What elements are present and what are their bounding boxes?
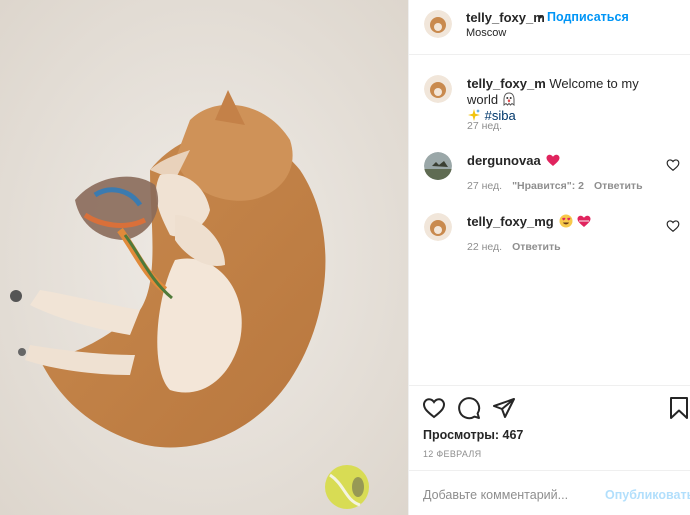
comment-time[interactable]: 27 нед. xyxy=(467,180,502,192)
comment-text: dergunovaa xyxy=(467,153,667,169)
avatar[interactable] xyxy=(424,10,452,38)
comment-item: dergunovaa 27 нед. "Нравится": 2 Ответить xyxy=(409,152,690,197)
location-link[interactable]: Moscow xyxy=(466,27,506,39)
comment-username[interactable]: telly_foxy_mg xyxy=(467,214,554,229)
post-header: telly_foxy_m • Подписаться Moscow xyxy=(409,0,690,55)
shiba-photo xyxy=(0,0,408,515)
heart-outline-icon[interactable] xyxy=(666,219,680,233)
heart-outline-icon[interactable] xyxy=(666,158,680,172)
reply-button[interactable]: Ответить xyxy=(512,241,561,253)
post-date[interactable]: 12 ФЕВРАЛЯ xyxy=(423,449,481,459)
separator-dot: • xyxy=(538,9,543,24)
caption: telly_foxy_m Welcome to my world #siba 2… xyxy=(409,75,690,135)
save-bookmark-icon[interactable] xyxy=(667,396,690,420)
caption-text: telly_foxy_m Welcome to my world #siba xyxy=(467,76,667,124)
caption-time[interactable]: 27 нед. xyxy=(467,120,502,132)
comment-time[interactable]: 22 нед. xyxy=(467,241,502,253)
username-link[interactable]: telly_foxy_m xyxy=(466,10,545,25)
follow-button[interactable]: Подписаться xyxy=(547,10,629,24)
comment-bubble-icon[interactable] xyxy=(457,396,481,420)
share-paper-plane-icon[interactable] xyxy=(492,396,516,420)
red-heart-emoji-icon xyxy=(546,154,560,167)
avatar[interactable] xyxy=(424,152,452,180)
comment-text: telly_foxy_mg xyxy=(467,214,667,230)
views-count[interactable]: Просмотры: 467 xyxy=(423,428,523,442)
heart-eyes-emoji-icon xyxy=(559,214,573,228)
post-media[interactable] xyxy=(0,0,408,515)
comment-input[interactable]: Добавьте комментарий... xyxy=(423,488,568,502)
heart-ribbon-emoji-icon xyxy=(577,215,591,228)
reply-button[interactable]: Ответить xyxy=(594,180,643,192)
caption-username[interactable]: telly_foxy_m xyxy=(467,76,546,91)
post-actions: Просмотры: 467 12 ФЕВРАЛЯ xyxy=(409,385,690,470)
comment-likes[interactable]: "Нравится": 2 xyxy=(512,180,584,192)
add-comment-bar: Добавьте комментарий... Опубликовать xyxy=(409,470,690,515)
comment-username[interactable]: dergunovaa xyxy=(467,153,541,168)
like-heart-icon[interactable] xyxy=(422,396,446,420)
ghost-emoji-icon xyxy=(502,92,516,106)
avatar[interactable] xyxy=(424,75,452,103)
avatar[interactable] xyxy=(424,213,452,241)
comment-meta: 22 нед. Ответить xyxy=(467,241,561,253)
comment-item: telly_foxy_mg 22 нед. Ответить xyxy=(409,213,690,258)
comment-meta: 27 нед. "Нравится": 2 Ответить xyxy=(467,180,643,192)
post-side-panel: telly_foxy_m • Подписаться Moscow telly_… xyxy=(408,0,690,515)
publish-button[interactable]: Опубликовать xyxy=(605,488,690,502)
